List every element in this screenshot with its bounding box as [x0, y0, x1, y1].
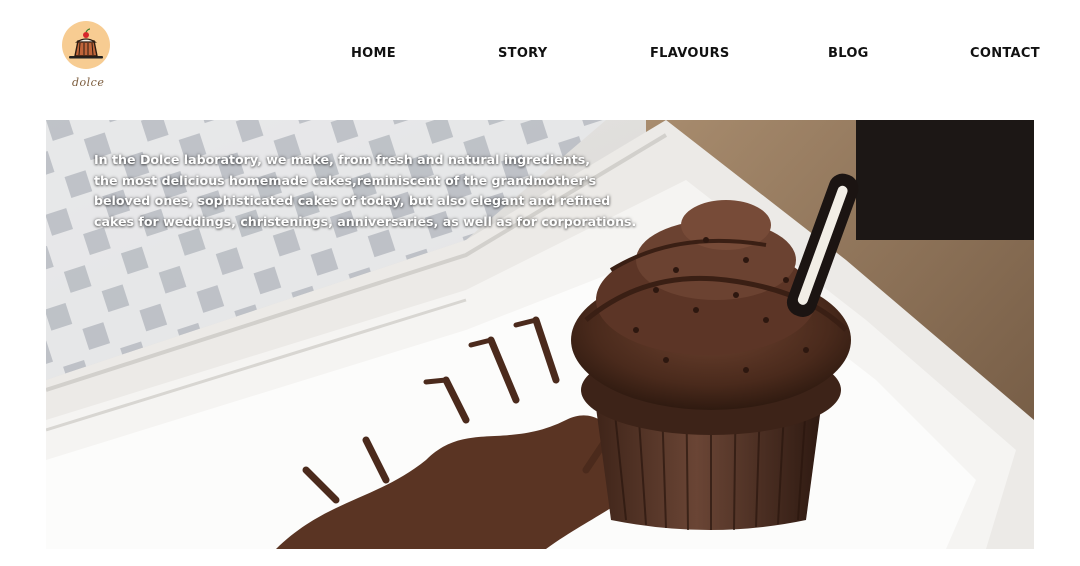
main-nav: HOME STORY FLAVOURS BLOG CONTACT — [0, 46, 1080, 68]
nav-blog[interactable]: BLOG — [828, 46, 869, 61]
nav-contact[interactable]: CONTACT — [970, 46, 1040, 61]
logo-text: dolce — [72, 76, 105, 89]
nav-home[interactable]: HOME — [351, 46, 396, 61]
hero-description: In the Dolce laboratory, we make, from f… — [94, 152, 637, 229]
hero-banner: In the Dolce laboratory, we make, from f… — [46, 120, 1034, 549]
nav-flavours[interactable]: FLAVOURS — [650, 46, 730, 61]
site-header: dolce HOME STORY FLAVOURS BLOG CONTACT — [0, 0, 1080, 120]
nav-story[interactable]: STORY — [498, 46, 548, 61]
